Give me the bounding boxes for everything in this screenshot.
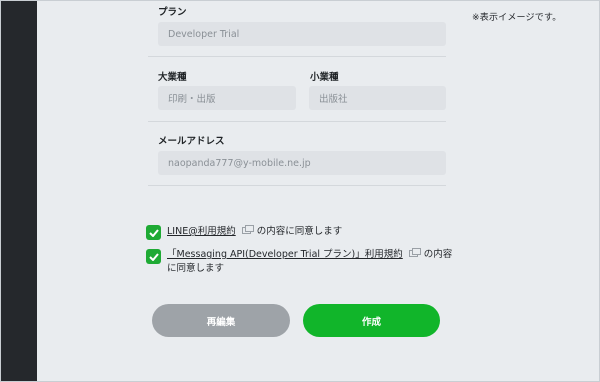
display-image-note: ※表示イメージです。 bbox=[472, 13, 562, 23]
create-button[interactable]: 作成 bbox=[303, 304, 440, 337]
external-link-icon bbox=[408, 248, 421, 257]
window-frame bbox=[0, 0, 600, 382]
messaging-api-terms-link[interactable]: 「Messaging API(Developer Trial プラン)」利用規約 bbox=[167, 249, 403, 260]
line-terms-link[interactable]: LINE@利用規約 bbox=[167, 226, 236, 237]
external-link-icon bbox=[241, 225, 254, 234]
email-field: naopanda777@y-mobile.ne.jp bbox=[158, 151, 446, 175]
check-icon bbox=[148, 252, 159, 261]
divider bbox=[148, 121, 446, 122]
major-industry-field: 印刷・出版 bbox=[158, 86, 296, 110]
minor-industry-label: 小業種 bbox=[310, 72, 339, 83]
agree-line-terms-text: LINE@利用規約 の内容に同意します bbox=[167, 225, 342, 239]
agree-suffix: の内容 bbox=[423, 249, 453, 260]
divider bbox=[148, 56, 446, 57]
agree-messaging-api-terms-text: 「Messaging API(Developer Trial プラン)」利用規約… bbox=[167, 248, 452, 262]
agree-line-terms-checkbox[interactable] bbox=[146, 225, 161, 240]
agree-suffix: の内容に同意します bbox=[256, 226, 343, 237]
agree-messaging-api-terms-checkbox[interactable] bbox=[146, 249, 161, 264]
minor-industry-field: 出版社 bbox=[309, 86, 446, 110]
plan-field: Developer Trial bbox=[158, 22, 446, 46]
plan-label: プラン bbox=[158, 7, 187, 18]
agree-suffix-line2: に同意します bbox=[167, 263, 225, 274]
email-label: メールアドレス bbox=[158, 136, 225, 147]
divider bbox=[148, 185, 446, 186]
re-edit-button[interactable]: 再編集 bbox=[152, 304, 290, 337]
check-icon bbox=[148, 228, 159, 237]
left-dark-panel bbox=[0, 0, 37, 382]
major-industry-label: 大業種 bbox=[158, 72, 187, 83]
